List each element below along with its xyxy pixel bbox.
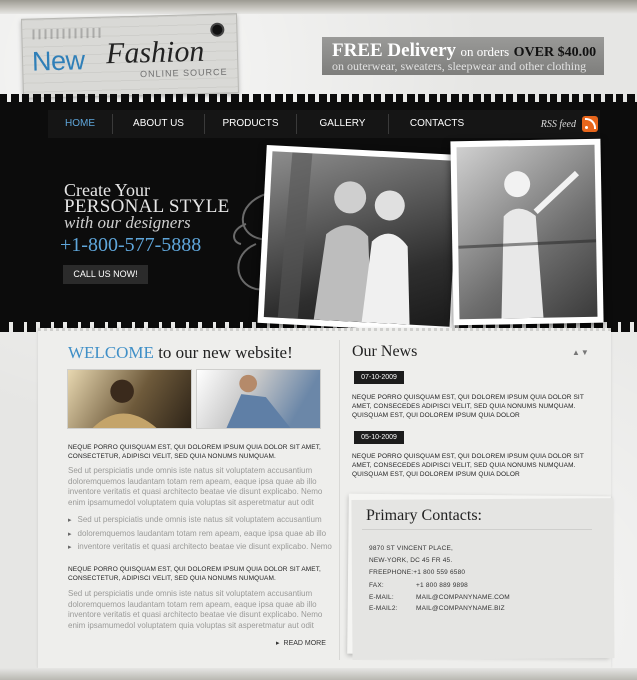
logo-word-new: New — [31, 45, 85, 77]
man-portrait-icon — [92, 379, 157, 428]
contact-email[interactable]: MAIL@COMPANYNAME.COM — [416, 594, 510, 601]
welcome-para-1: Sed ut perspiciatis unde omnis iste natu… — [68, 466, 323, 507]
read-more-link[interactable]: READ MORE — [276, 639, 326, 647]
model-silhouette-icon — [458, 170, 597, 319]
main-nav: HOME ABOUT US PRODUCTS GALLERY CONTACTS … — [48, 110, 600, 138]
news-text-1: NEQUE PORRO QUISQUAM EST, QUI DOLOREM IP… — [352, 394, 584, 419]
welcome-bullet-2: doloremquemos laudantam totam rem apeam,… — [68, 529, 327, 538]
contacts-title: Primary Contacts: — [366, 507, 482, 524]
contact-fax: +1 800 889 9898 — [416, 582, 468, 589]
hero-line3: with our designers — [64, 213, 191, 232]
delivery-on-orders: on orders — [460, 44, 510, 59]
nav-about-us[interactable]: ABOUT US — [113, 114, 205, 134]
delivery-line2: on outerwear, sweaters, sleepwear and ot… — [332, 59, 587, 73]
call-us-button[interactable]: CALL US NOW! — [63, 265, 148, 284]
delivery-banner: FREE Delivery on orders OVER $40.00 on o… — [322, 37, 604, 75]
welcome-bullet-3: inventore veritatis et quasi architecto … — [68, 542, 332, 551]
rss-icon — [582, 116, 598, 132]
hero-photo-model — [450, 138, 604, 326]
contact-freephone: FREEPHONE:+1 800 559 6580 — [369, 569, 466, 576]
tag-hole — [210, 22, 225, 37]
contact-address1: 9870 ST VINCENT PLACE, — [369, 545, 453, 552]
contact-email-label: E-MAIL: — [369, 594, 394, 601]
nav-home[interactable]: HOME — [48, 114, 113, 134]
top-grunge-border — [0, 0, 637, 14]
woman-sitting-icon — [226, 374, 291, 428]
welcome-title-blue: WELCOME — [68, 343, 154, 362]
welcome-title-rest: to our new website! — [158, 343, 293, 362]
welcome-caps-2: NEQUE PORRO QUISQUAM EST, QUI DOLOREM IP… — [68, 566, 321, 582]
rss-label: RSS feed — [540, 118, 576, 130]
welcome-title: WELCOME to our new website! — [68, 343, 293, 363]
news-title: Our News — [352, 343, 418, 360]
hero-phone: +1-800-577-5888 — [60, 234, 202, 256]
news-text-2: NEQUE PORRO QUISQUAM EST, QUI DOLOREM IP… — [352, 453, 584, 478]
hero-photo-couple — [257, 144, 465, 334]
welcome-para-2: Sed ut perspiciatis unde omnis iste natu… — [68, 589, 323, 630]
rss-feed-link[interactable]: RSS feed — [541, 110, 598, 138]
contact-address2: NEW-YORK, DC 45 FR 45. — [369, 557, 453, 564]
welcome-image-woman — [196, 369, 321, 429]
nav-contacts[interactable]: CONTACTS — [389, 114, 485, 134]
contact-email2-label: E-MAIL2: — [369, 605, 398, 612]
nav-gallery[interactable]: GALLERY — [297, 114, 389, 134]
welcome-caps-1: NEQUE PORRO QUISQUAM EST, QUI DOLOREM IP… — [68, 444, 321, 460]
contact-email2[interactable]: MAIL@COMPANYNAME.BIZ — [416, 605, 505, 612]
logo-word-fashion: Fashion — [105, 34, 205, 71]
news-scroll-arrows-icon[interactable]: ▲▼ — [572, 348, 590, 357]
nav-products[interactable]: PRODUCTS — [205, 114, 297, 134]
delivery-over: OVER $40.00 — [513, 45, 597, 60]
news-date-1: 07-10-2009 — [354, 371, 404, 384]
contacts-divider — [362, 529, 592, 530]
bottom-grunge-border — [0, 668, 637, 680]
delivery-free: FREE Delivery — [332, 40, 457, 61]
column-divider — [339, 340, 340, 660]
contact-fax-label: FAX: — [369, 582, 384, 589]
couple-silhouette-icon — [277, 152, 410, 325]
welcome-image-man — [67, 369, 192, 429]
news-date-2: 05-10-2009 — [354, 431, 404, 444]
welcome-bullet-1: Sed ut perspiciatis unde omnis iste natu… — [68, 515, 322, 524]
